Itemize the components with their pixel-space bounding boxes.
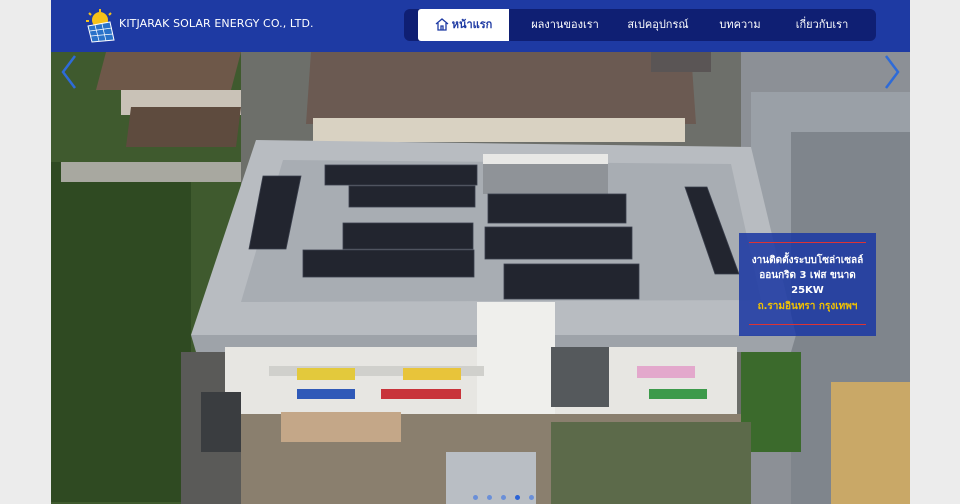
chevron-left-icon[interactable] [57,52,81,92]
caption-divider [749,242,866,243]
chevron-right-icon[interactable] [880,52,904,92]
caption-divider [749,324,866,325]
solar-panel-sun-logo[interactable] [85,9,117,43]
site-header: KITJARAK SOLAR ENERGY CO., LTD. หน้าแรก … [51,0,910,52]
nav-item-portfolio[interactable]: ผลงานของเรา [520,9,610,41]
nav-item-articles[interactable]: บทความ [710,9,770,41]
caption-location: ถ.รามอินทรา กรุงเทพฯ [757,301,858,312]
main-nav: หน้าแรก ผลงานของเรา สเปคอุปกรณ์ บทความ เ… [404,9,876,41]
website: KITJARAK SOLAR ENERGY CO., LTD. หน้าแรก … [51,0,910,504]
caption-line-1: งานติดตั้งระบบโซล่าเซลล์ [751,255,864,266]
nav-item-equipment-specs[interactable]: สเปคอุปกรณ์ [616,9,700,41]
caption-line-2: ออนกริด 3 เฟส ขนาด [759,270,856,281]
slider-dot[interactable] [473,495,478,500]
hero-slider: งานติดตั้งระบบโซล่าเซลล์ ออนกริด 3 เฟส ข… [51,52,910,504]
caption-line-3: 25KW [791,285,824,296]
nav-item-about[interactable]: เกี่ยวกับเรา [780,9,864,41]
company-name[interactable]: KITJARAK SOLAR ENERGY CO., LTD. [119,17,314,30]
caption-title: งานติดตั้งระบบโซล่าเซลล์ ออนกริด 3 เฟส ข… [747,253,868,298]
nav-item-home[interactable]: หน้าแรก [418,9,509,41]
home-icon [435,18,449,31]
slider-dots [471,485,536,500]
slide-caption: งานติดตั้งระบบโซล่าเซลล์ ออนกริด 3 เฟส ข… [739,233,876,336]
nav-item-label: หน้าแรก [451,18,493,31]
